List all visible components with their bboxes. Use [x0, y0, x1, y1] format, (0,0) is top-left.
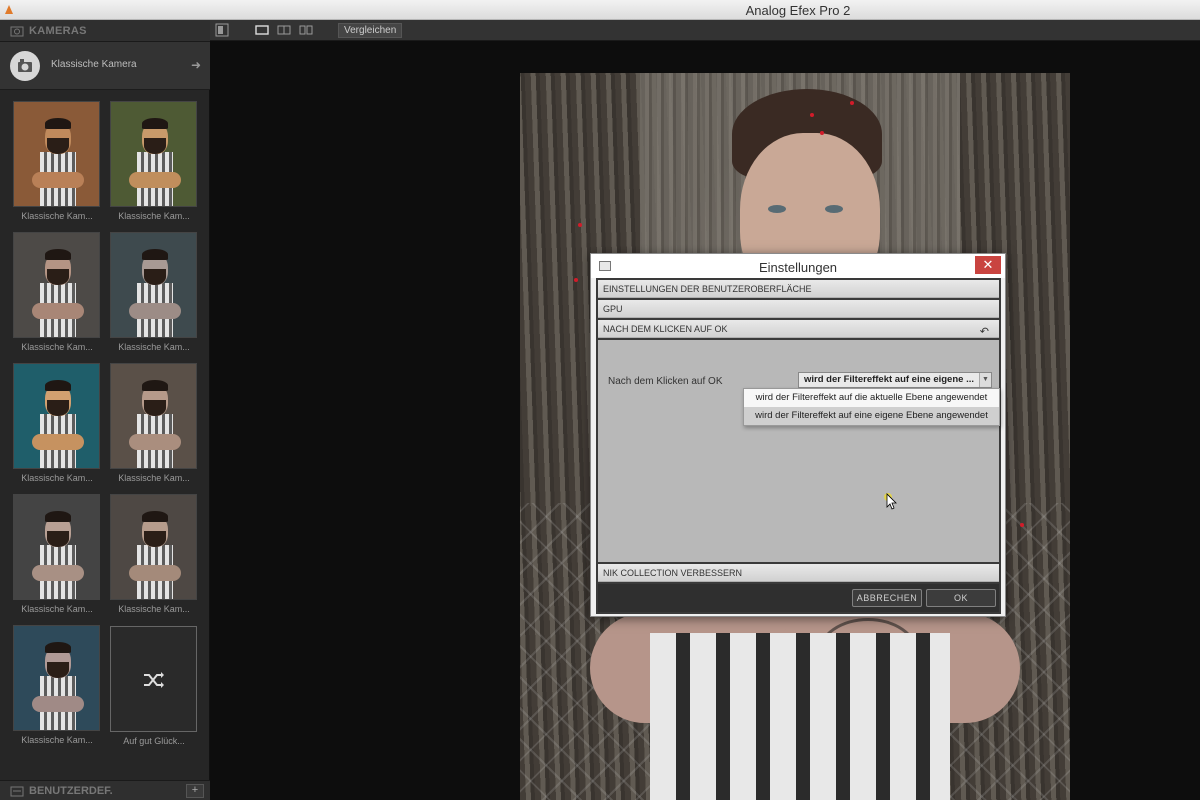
camera-section-icon	[10, 26, 24, 37]
dialog-body: EINSTELLUNGEN DER BENUTZEROBERFLÄCHE GPU…	[596, 278, 1001, 614]
section-gpu-label: GPU	[603, 304, 623, 314]
preset-label: Klassische Kam...	[118, 604, 190, 614]
custom-section-title: BENUTZERDEF.	[29, 785, 113, 797]
side-by-side-view-icon[interactable]	[299, 23, 313, 37]
preset-label: Klassische Kam...	[21, 211, 93, 221]
after-ok-select[interactable]: wird der Filtereffekt auf eine eigene ..…	[798, 372, 992, 388]
preset-label: Klassische Kam...	[21, 735, 93, 745]
preset-thumbnail[interactable]	[110, 232, 197, 338]
window-title: Analog Efex Pro 2	[745, 3, 851, 18]
after-ok-dropdown-list: wird der Filtereffekt auf die aktuelle E…	[743, 388, 1000, 426]
preset-label: Klassische Kam...	[118, 211, 190, 221]
dialog-footer: ABBRECHEN OK	[598, 584, 999, 612]
settings-dialog: Einstellungen ✕ EINSTELLUNGEN DER BENUTZ…	[590, 253, 1006, 617]
section-ui-settings[interactable]: EINSTELLUNGEN DER BENUTZEROBERFLÄCHE	[598, 280, 999, 298]
preset-thumbnail[interactable]	[13, 363, 100, 469]
section-after-ok[interactable]: NACH DEM KLICKEN AUF OK ↶	[598, 320, 999, 338]
custom-presets-header[interactable]: BENUTZERDEF. +	[0, 780, 210, 800]
shuffle-icon	[144, 672, 164, 688]
app-window: Analog Efex Pro 2 Vergleichen KAMERAS Kl…	[0, 0, 1200, 800]
random-preset-tile[interactable]	[110, 626, 197, 732]
panel-toggle-icon[interactable]	[215, 23, 229, 37]
mouse-cursor-icon	[884, 493, 897, 510]
preset-thumbnail[interactable]	[110, 363, 197, 469]
custom-section-icon	[10, 786, 24, 797]
cancel-button[interactable]: ABBRECHEN	[852, 589, 922, 607]
chevron-down-icon[interactable]: ▼	[979, 373, 991, 387]
preset-thumbnail[interactable]	[13, 101, 100, 207]
cameras-header[interactable]: KAMERAS	[0, 20, 210, 42]
toolbar: Vergleichen	[210, 20, 1200, 41]
preset-thumbnail[interactable]	[13, 494, 100, 600]
ok-button[interactable]: OK	[926, 589, 996, 607]
preset-label: Klassische Kam...	[21, 342, 93, 352]
after-ok-content: Nach dem Klicken auf OK wird der Filtere…	[598, 340, 1000, 562]
preset-label: Klassische Kam...	[118, 473, 190, 483]
section-ui-settings-label: EINSTELLUNGEN DER BENUTZEROBERFLÄCHE	[603, 284, 812, 294]
dialog-title: Einstellungen	[758, 260, 838, 275]
camera-type-selector[interactable]: Klassische Kamera ➜	[0, 42, 210, 90]
dialog-title-bar[interactable]: Einstellungen ✕	[591, 254, 1005, 278]
after-ok-select-value: wird der Filtereffekt auf eine eigene ..…	[804, 374, 974, 385]
cameras-section-title: KAMERAS	[29, 25, 87, 37]
preset-thumbnail[interactable]	[13, 232, 100, 338]
preset-label: Klassische Kam...	[21, 604, 93, 614]
add-preset-button[interactable]: +	[186, 784, 204, 798]
compare-button[interactable]: Vergleichen	[338, 23, 403, 38]
subject-shirt	[650, 633, 950, 800]
split-view-icon[interactable]	[277, 23, 291, 37]
dialog-close-button[interactable]: ✕	[975, 256, 1001, 274]
camera-type-label: Klassische Kamera	[51, 59, 137, 70]
reset-icon[interactable]: ↶	[980, 323, 989, 341]
left-panel: KAMERAS Klassische Kamera ➜ Klassische K…	[0, 20, 210, 800]
preset-thumbnail[interactable]	[110, 101, 197, 207]
after-ok-field-label: Nach dem Klicken auf OK	[608, 376, 723, 387]
section-improve-nik[interactable]: NIK COLLECTION VERBESSERN	[598, 564, 999, 582]
dropdown-option-own-layer[interactable]: wird der Filtereffekt auf eine eigene Eb…	[744, 407, 999, 425]
section-improve-nik-label: NIK COLLECTION VERBESSERN	[603, 568, 743, 578]
section-gpu[interactable]: GPU	[598, 300, 999, 318]
random-preset-label: Auf gut Glück...	[123, 736, 185, 746]
title-bar: Analog Efex Pro 2	[0, 0, 1200, 20]
dropdown-option-current-layer[interactable]: wird der Filtereffekt auf die aktuelle E…	[744, 389, 999, 407]
preset-thumbnail[interactable]	[13, 625, 100, 731]
preset-label: Klassische Kam...	[118, 342, 190, 352]
preset-thumbnail[interactable]	[110, 494, 197, 600]
section-after-ok-label: NACH DEM KLICKEN AUF OK	[603, 324, 728, 334]
camera-icon	[10, 51, 40, 81]
preset-label: Klassische Kam...	[21, 473, 93, 483]
single-view-icon[interactable]	[255, 23, 269, 37]
arrow-right-icon: ➜	[191, 58, 202, 72]
